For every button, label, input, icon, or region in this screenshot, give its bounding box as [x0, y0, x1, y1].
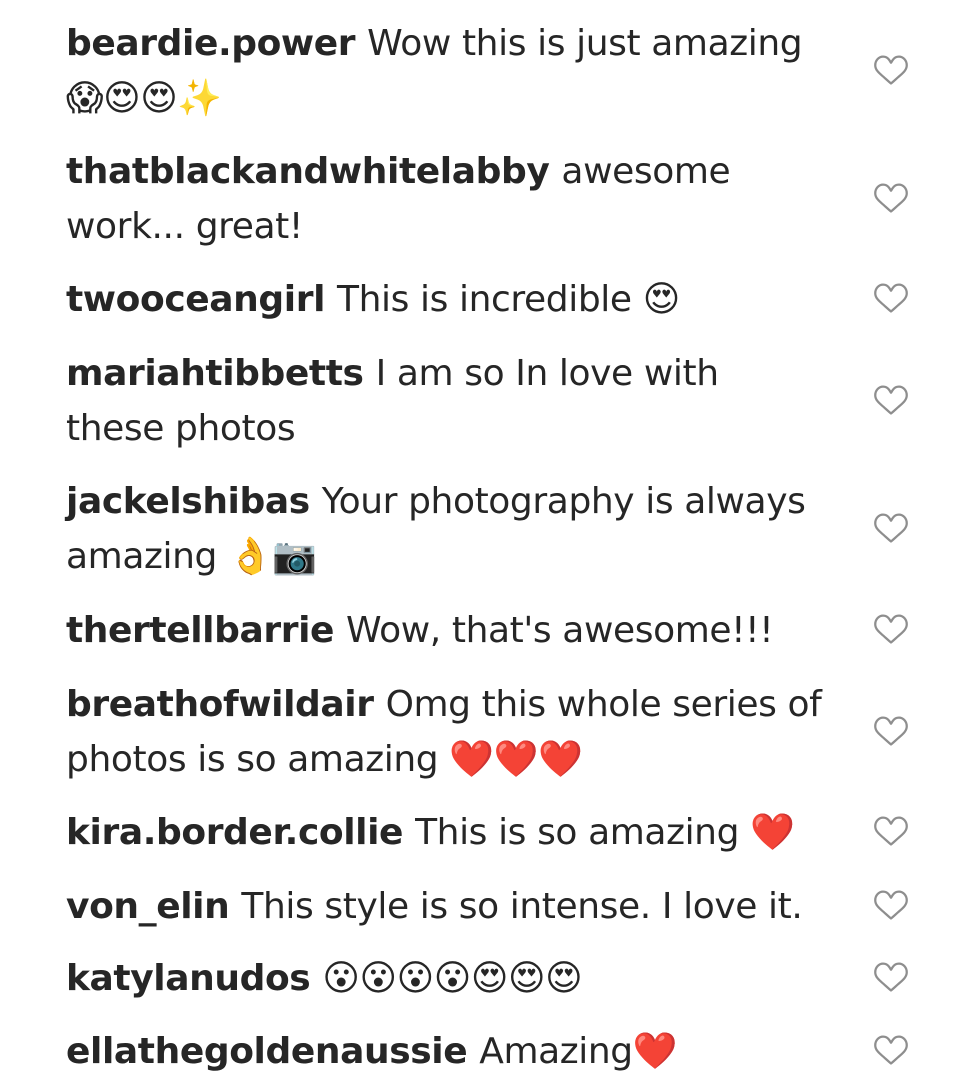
comment-text: thatblackandwhitelabby awesome work... gr… — [66, 144, 826, 254]
comment-text: beardie.power Wow this is just amazing 😱😍… — [66, 16, 826, 126]
comment-text: von_elin This style is so intense. I love… — [66, 879, 826, 934]
heart-outline-icon — [874, 890, 908, 920]
comment-text: kira.border.collie This is so amazing ❤️ — [66, 805, 826, 860]
comment-username[interactable]: katylanudos — [66, 958, 311, 999]
like-button[interactable] — [872, 813, 910, 849]
like-button[interactable] — [872, 611, 910, 647]
heart-outline-icon — [874, 614, 908, 644]
comment-body: 😮😮😮😮😍😍😍 — [322, 958, 583, 999]
comment-text: jackelshibas Your photography is always a… — [66, 474, 826, 584]
heart-outline-icon — [874, 283, 908, 313]
comment-text: twooceangirl This is incredible 😍 — [66, 272, 826, 327]
heart-outline-icon — [874, 513, 908, 543]
comment-body: This is so amazing ❤️ — [415, 812, 795, 853]
comment-text: thertellbarrie Wow, that's awesome!!! — [66, 603, 826, 658]
comment-username[interactable]: von_elin — [66, 886, 230, 927]
heart-outline-icon — [874, 1035, 908, 1065]
comment-username[interactable]: ellathegoldenaussie — [66, 1031, 468, 1072]
heart-outline-icon — [874, 716, 908, 746]
heart-outline-icon — [874, 55, 908, 85]
comment-username[interactable]: twooceangirl — [66, 279, 325, 320]
comment-body: Amazing❤️ — [479, 1031, 678, 1072]
comment-text: ellathegoldenaussie Amazing❤️ — [66, 1024, 826, 1079]
comment-username[interactable]: thertellbarrie — [66, 610, 334, 651]
comment-body: This is incredible 😍 — [337, 279, 680, 320]
like-button[interactable] — [872, 713, 910, 749]
comment-username[interactable]: kira.border.collie — [66, 812, 403, 853]
heart-outline-icon — [874, 183, 908, 213]
comment-body: Wow, that's awesome!!! — [346, 610, 774, 651]
like-button[interactable] — [872, 180, 910, 216]
comment-username[interactable]: mariahtibbetts — [66, 353, 364, 394]
like-button[interactable] — [872, 52, 910, 88]
heart-outline-icon — [874, 816, 908, 846]
comment-username[interactable]: jackelshibas — [66, 481, 310, 522]
comment-text: katylanudos 😮😮😮😮😍😍😍 — [66, 951, 826, 1006]
like-button[interactable] — [872, 280, 910, 316]
comment-body: This style is so intense. I love it. — [241, 886, 803, 927]
like-button[interactable] — [872, 1032, 910, 1068]
comment-username[interactable]: beardie.power — [66, 23, 356, 64]
like-button[interactable] — [872, 959, 910, 995]
comment-text: mariahtibbetts I am so In love with these… — [66, 346, 826, 456]
like-button[interactable] — [872, 887, 910, 923]
comment-username[interactable]: thatblackandwhitelabby — [66, 151, 550, 192]
like-button[interactable] — [872, 382, 910, 418]
like-button[interactable] — [872, 510, 910, 546]
heart-outline-icon — [874, 385, 908, 415]
comment-text: breathofwildair Omg this whole series of … — [66, 677, 826, 787]
heart-outline-icon — [874, 962, 908, 992]
comment-username[interactable]: breathofwildair — [66, 684, 374, 725]
